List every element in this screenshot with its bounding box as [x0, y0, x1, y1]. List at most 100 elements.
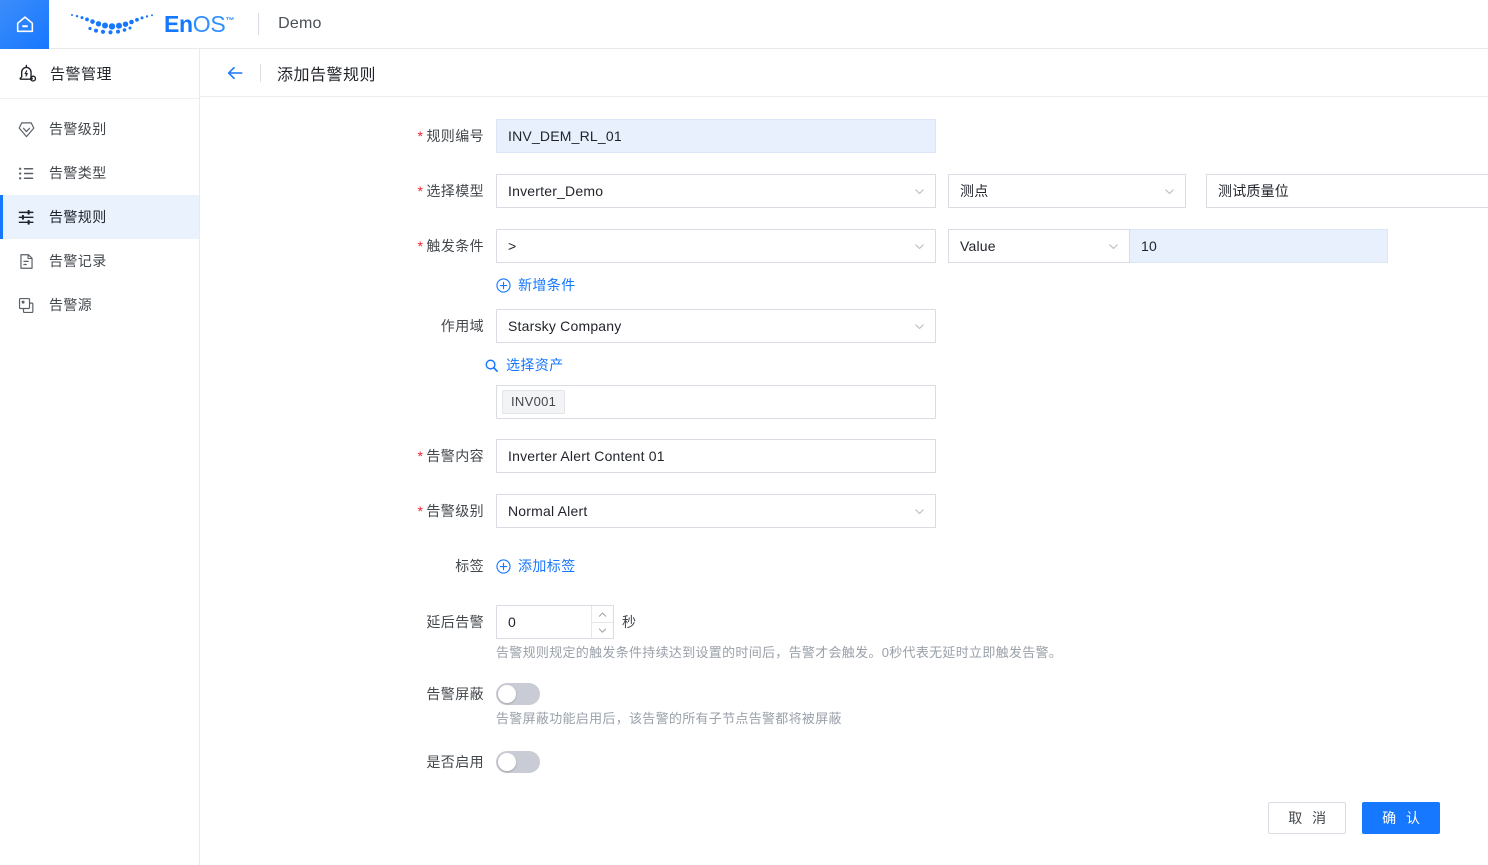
- delay-unit: 秒: [622, 605, 636, 639]
- sidebar-item-label: 告警规则: [49, 207, 107, 227]
- chevron-down-icon: [913, 185, 925, 197]
- rule-code-value: INV_DEM_RL_01: [508, 128, 924, 144]
- label-text: 标签: [455, 558, 484, 574]
- confirm-button[interactable]: 确 认: [1362, 802, 1440, 834]
- trigger-compare-value-input[interactable]: 10: [1130, 229, 1388, 263]
- control-mask: [496, 681, 540, 705]
- label-tags: 标签: [200, 549, 496, 583]
- sidebar-item-label: 告警记录: [49, 251, 107, 271]
- label-text: 延后告警: [426, 614, 484, 630]
- add-tag-button[interactable]: 添加标签: [496, 549, 576, 583]
- sidebar-item-label: 告警级别: [49, 119, 107, 139]
- header-title-divider: [260, 64, 261, 82]
- trigger-operator-value: >: [508, 238, 924, 254]
- page-header: 添加告警规则: [200, 49, 1488, 97]
- label-model: *选择模型: [200, 174, 496, 208]
- control-scope: Starsky Company: [496, 309, 936, 343]
- main-content: 添加告警规则 *规则编号 INV_DEM_RL_01 *选择模型 Inverte…: [200, 49, 1488, 865]
- asset-list-box[interactable]: INV001: [496, 385, 936, 419]
- page-title: 添加告警规则: [277, 61, 376, 85]
- sidebar-header-label: 告警管理: [50, 63, 112, 84]
- form-actions: 取 消 确 认: [1268, 802, 1440, 834]
- sidebar-item-alarm-rule[interactable]: 告警规则: [0, 195, 199, 239]
- sidebar-item-label: 告警源: [49, 295, 92, 315]
- chevron-down-icon: [598, 627, 607, 634]
- enos-logo-icon: [66, 9, 158, 39]
- quality-bit-select[interactable]: 测试质量位: [1206, 174, 1488, 208]
- sidebar-item-alarm-type[interactable]: 告警类型: [0, 151, 199, 195]
- form-row-scope: 作用域 Starsky Company: [200, 309, 1488, 343]
- stepper-up-button[interactable]: [592, 606, 613, 622]
- control-model: Inverter_Demo 测点 测试质量位: [496, 174, 1488, 208]
- sliders-icon: [16, 207, 36, 227]
- app-name: Demo: [278, 15, 321, 33]
- label-mask: 告警屏蔽: [200, 681, 496, 707]
- stepper-buttons: [591, 606, 613, 638]
- sidebar-menu: 告警级别 告警类型: [0, 99, 199, 327]
- brand-tm: ™: [225, 15, 234, 25]
- label-text: 告警屏蔽: [426, 686, 484, 702]
- alert-level-select[interactable]: Normal Alert: [496, 494, 936, 528]
- alert-content-input[interactable]: Inverter Alert Content 01: [496, 439, 936, 473]
- sidebar-item-label: 告警类型: [49, 163, 107, 183]
- asset-chip[interactable]: INV001: [502, 390, 565, 414]
- trigger-compare-type-select[interactable]: Value: [948, 229, 1130, 263]
- plus-circle-icon: [496, 278, 511, 293]
- form-row-select-asset: 选择资产: [200, 355, 1488, 375]
- toggle-knob: [498, 685, 516, 703]
- stepper-down-button[interactable]: [592, 622, 613, 638]
- enable-toggle[interactable]: [496, 751, 540, 773]
- document-icon: [16, 251, 36, 271]
- trigger-operator-select[interactable]: >: [496, 229, 936, 263]
- control-enable: [496, 749, 540, 773]
- chevron-down-icon: [913, 320, 925, 332]
- add-condition-button[interactable]: 新增条件: [496, 275, 576, 295]
- form-row-model: *选择模型 Inverter_Demo 测点 测试质量位: [200, 174, 1488, 208]
- home-icon: [14, 13, 36, 35]
- control-delay: 0 秒: [496, 605, 636, 639]
- label-text: 规则编号: [426, 128, 484, 144]
- add-tag-label: 添加标签: [518, 549, 576, 583]
- toggle-knob: [498, 753, 516, 771]
- home-button[interactable]: [0, 0, 49, 49]
- measure-point-select[interactable]: 测点: [948, 174, 1186, 208]
- sidebar-header: 告警管理: [0, 49, 199, 99]
- required-mark: *: [418, 183, 424, 199]
- sidebar-item-alarm-record[interactable]: 告警记录: [0, 239, 199, 283]
- brand-os: OS: [193, 11, 226, 37]
- back-button[interactable]: [224, 62, 246, 84]
- required-mark: *: [418, 448, 424, 464]
- brand[interactable]: EnOS™: [66, 0, 234, 49]
- label-text: 告警级别: [426, 503, 484, 519]
- delay-stepper[interactable]: 0: [496, 605, 614, 639]
- measure-point-value: 测点: [960, 181, 1174, 201]
- chevron-down-icon: [913, 240, 925, 252]
- alarm-mask-toggle[interactable]: [496, 683, 540, 705]
- top-bar: EnOS™ Demo: [0, 0, 1488, 49]
- trigger-compare-type-value: Value: [960, 238, 1118, 254]
- chevron-down-icon: [1107, 240, 1119, 252]
- label-text: 触发条件: [426, 238, 484, 254]
- model-select[interactable]: Inverter_Demo: [496, 174, 936, 208]
- form-row-assets: INV001: [200, 385, 1488, 419]
- required-mark: *: [418, 503, 424, 519]
- control-delay-hint: 告警规则规定的触发条件持续达到设置的时间后，告警才会触发。0秒代表无延时立即触发…: [496, 643, 1062, 663]
- form-row-rule-code: *规则编号 INV_DEM_RL_01: [200, 119, 1488, 153]
- select-asset-label: 选择资产: [506, 355, 564, 375]
- cancel-button[interactable]: 取 消: [1268, 802, 1346, 834]
- rule-code-input[interactable]: INV_DEM_RL_01: [496, 119, 936, 153]
- sidebar-item-alarm-source[interactable]: 告警源: [0, 283, 199, 327]
- delay-value: 0: [497, 606, 591, 638]
- select-asset-button[interactable]: 选择资产: [484, 355, 564, 375]
- label-level: *告警级别: [200, 494, 496, 528]
- alarm-bell-icon: [16, 63, 38, 85]
- label-content: *告警内容: [200, 439, 496, 473]
- trigger-compare-value: 10: [1141, 238, 1376, 254]
- plus-circle-icon: [496, 559, 511, 574]
- form-row-content: *告警内容 Inverter Alert Content 01: [200, 439, 1488, 473]
- control-content: Inverter Alert Content 01: [496, 439, 936, 473]
- form-row-level: *告警级别 Normal Alert: [200, 494, 1488, 528]
- sidebar-item-alarm-level[interactable]: 告警级别: [0, 107, 199, 151]
- alert-content-value: Inverter Alert Content 01: [508, 448, 924, 464]
- scope-select[interactable]: Starsky Company: [496, 309, 936, 343]
